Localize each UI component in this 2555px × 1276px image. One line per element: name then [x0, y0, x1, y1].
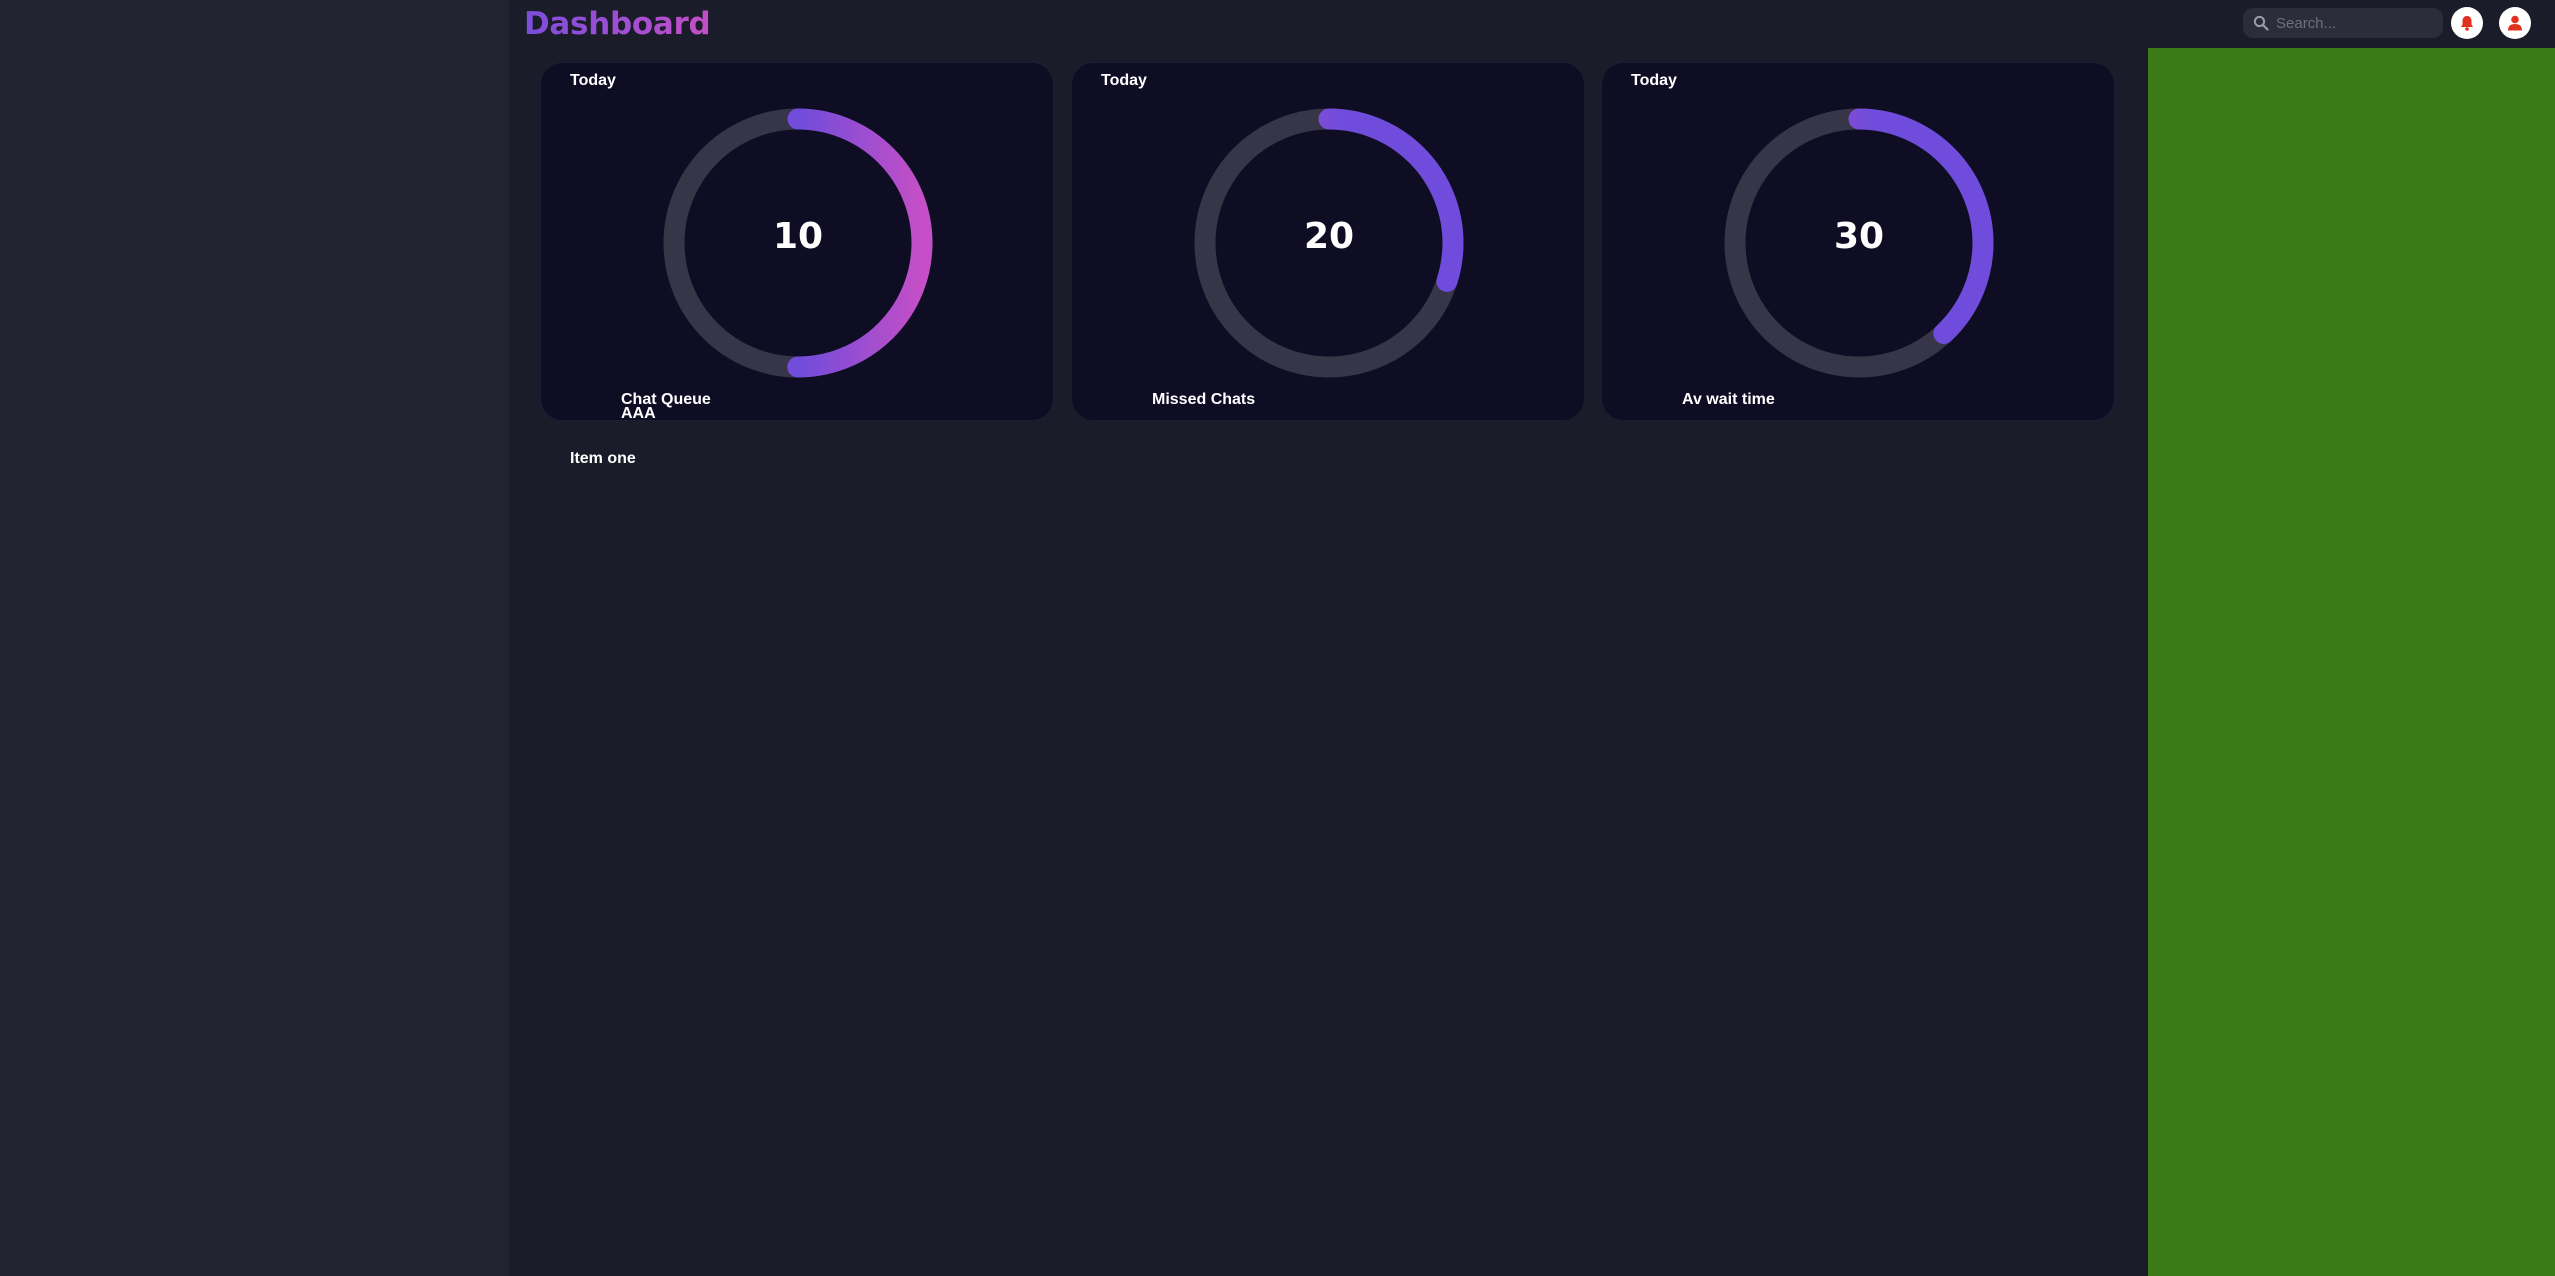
- bell-icon: [2461, 16, 2473, 31]
- av-wait-time-card: Today 30 Av wait time: [1601, 62, 2115, 421]
- card-period: Today: [570, 72, 616, 89]
- card-period: Today: [1631, 72, 1677, 89]
- card-label: Missed Chats: [1152, 391, 1256, 408]
- profile-button[interactable]: [2499, 7, 2531, 39]
- gauge-value: 20: [1303, 215, 1355, 257]
- missed-chats-card: Today 20 Missed Chats: [1071, 62, 1585, 421]
- gauge-value: 10: [772, 215, 824, 257]
- user-icon: [2508, 15, 2522, 31]
- list-item[interactable]: Item one: [570, 450, 636, 468]
- right-panel: [2148, 48, 2555, 1276]
- chat-queue-card: Today 10 Chat Queue AAA: [540, 62, 1054, 422]
- search-box[interactable]: [2243, 8, 2443, 38]
- sidebar: [0, 0, 509, 1276]
- av-wait-time-gauge: 30: [1721, 105, 1997, 381]
- card-sublabel: AAA: [621, 405, 656, 422]
- search-icon: [2253, 15, 2269, 31]
- search-input[interactable]: [2276, 8, 2436, 38]
- missed-chats-gauge: 20: [1191, 105, 1467, 381]
- card-period: Today: [1101, 72, 1147, 89]
- card-label: Av wait time: [1682, 391, 1775, 408]
- page-title: Dashboard: [524, 2, 711, 46]
- gauge-value: 30: [1833, 215, 1885, 257]
- notifications-button[interactable]: [2451, 7, 2483, 39]
- chat-queue-gauge: 10: [660, 105, 936, 381]
